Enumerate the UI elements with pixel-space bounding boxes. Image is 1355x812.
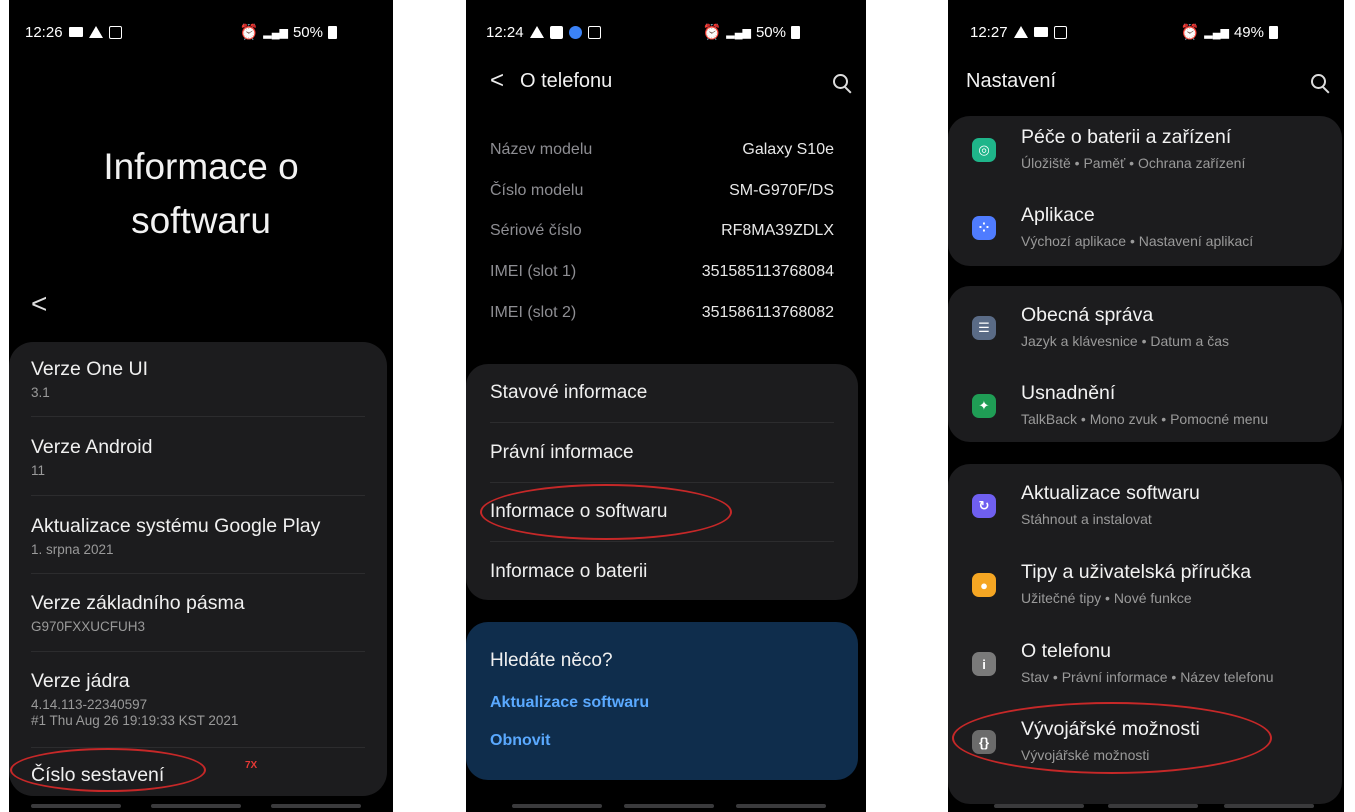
signal-icon: ▂▄▆	[263, 26, 288, 39]
general-management-icon: ☰	[972, 316, 996, 340]
phone-settings: 12:27 ⏰ ▂▄▆ 49% Nastavení ◎ Péče o bater…	[948, 0, 1344, 812]
page-title: Informace o softwaru	[103, 146, 299, 241]
gallery-icon	[549, 25, 563, 39]
alarm-icon: ⏰	[702, 24, 722, 41]
settings-item-device-care[interactable]: ◎ Péče o baterii a zařízení Úložiště • P…	[972, 124, 1332, 178]
app-notification-icon	[568, 25, 582, 39]
divider	[31, 573, 365, 574]
status-bar: 12:26 ⏰ ▂▄▆ 50%	[25, 20, 377, 44]
status-bar: 12:24 ⏰ ▂▄▆ 50%	[486, 20, 850, 44]
header: Nastavení	[966, 66, 1326, 96]
link-software-update[interactable]: Aktualizace softwaru	[490, 694, 649, 712]
list-item[interactable]: Aktualizace systému Google Play 1. srpna…	[31, 515, 365, 558]
divider	[31, 495, 365, 496]
status-time: 12:26	[25, 23, 63, 41]
header: < O telefonu	[490, 66, 848, 96]
nav-recents[interactable]	[994, 804, 1084, 808]
nav-home[interactable]	[151, 804, 241, 808]
menu-legal-info[interactable]: Právní informace	[490, 442, 634, 464]
tips-icon: ●	[972, 573, 996, 597]
about-phone-icon: i	[972, 652, 996, 676]
nav-home[interactable]	[1108, 804, 1198, 808]
highlight-ring	[952, 702, 1272, 774]
mail-icon	[68, 27, 83, 37]
search-icon[interactable]	[1311, 73, 1326, 89]
spec-row: Sériové číslo RF8MA39ZDLX	[490, 222, 834, 239]
warning-icon	[88, 26, 103, 38]
status-time: 12:24	[486, 23, 524, 41]
list-item[interactable]: Verze jádra 4.14.113-22340597 #1 Thu Aug…	[31, 670, 365, 729]
battery-icon	[328, 25, 337, 39]
spec-row: Číslo modelu SM-G970F/DS	[490, 182, 834, 199]
looking-title: Hledáte něco?	[490, 650, 613, 671]
link-reset[interactable]: Obnovit	[490, 732, 550, 750]
spec-row: Název modelu Galaxy S10e	[490, 141, 834, 158]
list-item[interactable]: Verze základního pásma G970FXXUCFUH3	[31, 592, 365, 635]
search-icon[interactable]	[833, 73, 848, 89]
battery-icon	[791, 25, 800, 39]
page-title: O telefonu	[520, 69, 613, 92]
nav-back[interactable]	[1224, 804, 1314, 808]
divider	[31, 416, 365, 417]
mail-icon	[1033, 27, 1048, 37]
apps-icon: ⁘	[972, 216, 996, 240]
settings-item-about-phone[interactable]: i O telefonu Stav • Právní informace • N…	[972, 638, 1332, 692]
status-bar: 12:27 ⏰ ▂▄▆ 49%	[970, 20, 1328, 44]
software-update-icon: ↻	[972, 494, 996, 518]
back-icon[interactable]: <	[490, 67, 504, 95]
device-care-icon: ◎	[972, 138, 996, 162]
highlight-ring	[10, 748, 206, 792]
battery-level: 50%	[292, 23, 323, 41]
list-item[interactable]: Verze Android 11	[31, 436, 365, 479]
notification-icon	[1053, 25, 1067, 39]
settings-item-general-management[interactable]: ☰ Obecná správa Jazyk a klávesnice • Dat…	[972, 302, 1332, 356]
alarm-icon: ⏰	[239, 24, 259, 41]
phone-about-phone: 12:24 ⏰ ▂▄▆ 50% < O telefonu Název model…	[466, 0, 866, 812]
nav-back[interactable]	[736, 804, 826, 808]
warning-icon	[529, 26, 544, 38]
divider	[490, 482, 834, 483]
warning-icon	[1013, 26, 1028, 38]
battery-level: 49%	[1233, 23, 1264, 41]
battery-level: 50%	[755, 23, 786, 41]
notification-icon	[587, 25, 601, 39]
signal-icon: ▂▄▆	[726, 26, 751, 39]
settings-group: ☰ Obecná správa Jazyk a klávesnice • Dat…	[948, 286, 1342, 442]
divider	[490, 422, 834, 423]
menu-battery-info[interactable]: Informace o baterii	[490, 561, 647, 583]
page-title: Nastavení	[966, 69, 1057, 92]
signal-icon: ▂▄▆	[1204, 26, 1229, 39]
phone-software-info: 12:26 ⏰ ▂▄▆ 50% Informace o softwaru < V…	[9, 0, 393, 812]
looking-for-card: Hledáte něco? Aktualizace softwaru Obnov…	[466, 622, 858, 780]
status-time: 12:27	[970, 23, 1008, 41]
nav-recents[interactable]	[512, 804, 602, 808]
about-menu-card: Stavové informace Právní informace Infor…	[466, 364, 858, 600]
settings-item-software-update[interactable]: ↻ Aktualizace softwaru Stáhnout a instal…	[972, 480, 1332, 534]
notification-icon	[108, 25, 122, 39]
nav-back[interactable]	[271, 804, 361, 808]
alarm-icon: ⏰	[1180, 24, 1200, 41]
spec-row: IMEI (slot 1) 351585113768084	[490, 263, 834, 280]
settings-group: ◎ Péče o baterii a zařízení Úložiště • P…	[948, 116, 1342, 266]
divider	[31, 651, 365, 652]
tap-count-annotation: 7X	[245, 760, 258, 771]
software-info-card: Verze One UI 3.1 Verze Android 11 Aktual…	[9, 342, 387, 796]
settings-item-accessibility[interactable]: ✦ Usnadnění TalkBack • Mono zvuk • Pomoc…	[972, 380, 1332, 434]
list-item[interactable]: Verze One UI 3.1	[31, 358, 365, 401]
accessibility-icon: ✦	[972, 394, 996, 418]
settings-item-tips[interactable]: ● Tipy a uživatelská příručka Užitečné t…	[972, 559, 1332, 613]
spec-row: IMEI (slot 2) 351586113768082	[490, 304, 834, 321]
divider	[490, 541, 834, 542]
battery-icon	[1269, 25, 1278, 39]
nav-home[interactable]	[624, 804, 714, 808]
highlight-ring	[480, 484, 732, 540]
menu-status-info[interactable]: Stavové informace	[490, 382, 647, 404]
settings-item-apps[interactable]: ⁘ Aplikace Výchozí aplikace • Nastavení …	[972, 202, 1332, 256]
nav-recents[interactable]	[31, 804, 121, 808]
back-icon[interactable]: <	[31, 288, 47, 320]
